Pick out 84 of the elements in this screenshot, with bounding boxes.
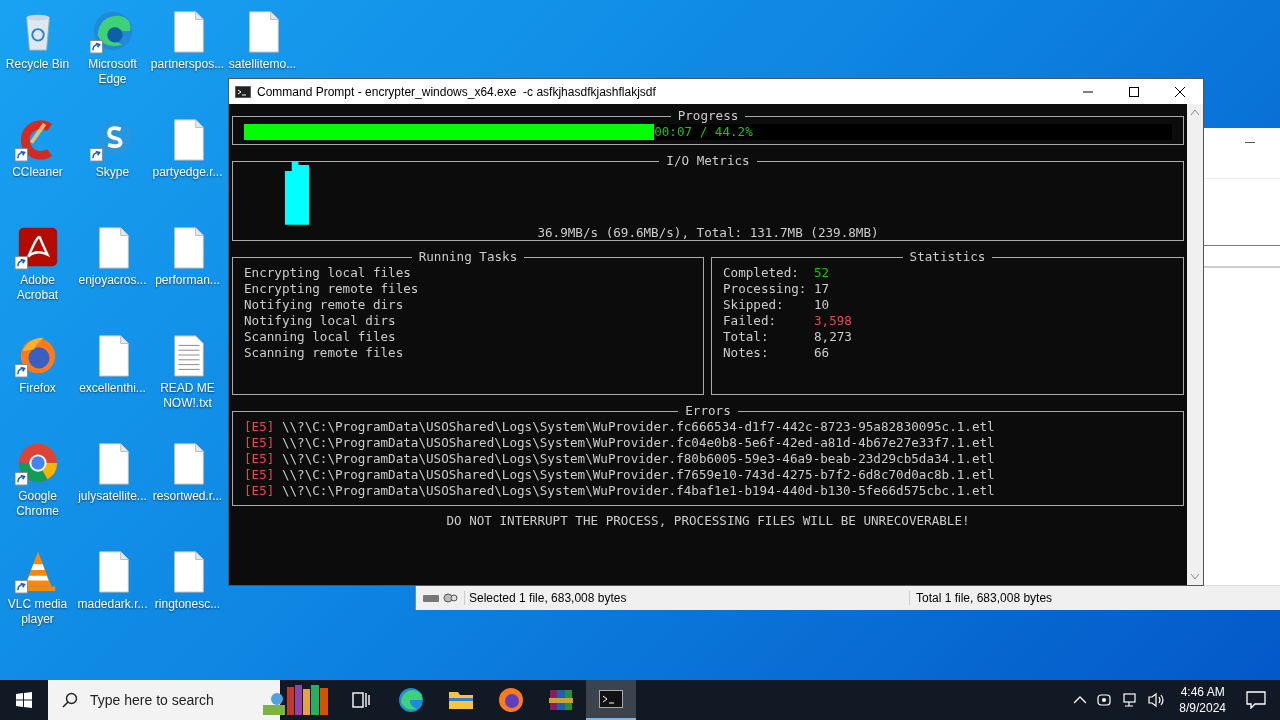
error-code: [E5] bbox=[244, 451, 275, 467]
panel-title: I/O Metrics bbox=[665, 153, 751, 169]
scroll-up-icon[interactable] bbox=[1191, 110, 1199, 115]
meeting-icon[interactable] bbox=[1096, 692, 1113, 708]
books-stack-icon bbox=[549, 688, 573, 712]
stat-value: 3,598 bbox=[814, 313, 852, 329]
console-taskbar-button[interactable] bbox=[586, 680, 636, 720]
panel-title: Statistics bbox=[908, 249, 987, 265]
search-icon bbox=[62, 692, 78, 708]
warning-message: DO NOT INTERRUPT THE PROCESS, PROCESSING FILES WILL BE UNRECOVERABLE! bbox=[445, 513, 971, 529]
close-icon bbox=[1175, 86, 1185, 97]
icon-label[interactable]: excellenthi... bbox=[75, 381, 150, 396]
panel-title: Progress bbox=[676, 108, 740, 124]
search-field[interactable]: Type here to search bbox=[88, 691, 272, 709]
icon-label[interactable]: CCleaner bbox=[0, 165, 75, 180]
icon-label[interactable]: VLC media player bbox=[0, 597, 75, 627]
chevron-icon[interactable] bbox=[1074, 696, 1087, 704]
stat-value: 8,273 bbox=[814, 329, 852, 345]
task-item: Encrypting remote files bbox=[244, 281, 420, 297]
task-item: Scanning remote files bbox=[244, 345, 405, 361]
notification-icon[interactable] bbox=[1246, 691, 1266, 709]
drive-icon bbox=[422, 592, 458, 604]
search-box[interactable]: Type here to search bbox=[48, 680, 280, 720]
io-summary: 36.9MB/s (69.6MB/s), Total: 131.7MB (239.8MB) bbox=[536, 225, 880, 241]
stat-label: Failed: bbox=[723, 313, 778, 329]
icon-label[interactable]: julysatellite... bbox=[75, 489, 150, 504]
error-code: [E5] bbox=[244, 435, 275, 451]
task-item: Notifying remote dirs bbox=[244, 297, 405, 313]
network-icon[interactable] bbox=[1122, 692, 1139, 708]
progress-reading: 00:07 / 44.2% bbox=[654, 124, 753, 140]
error-code: [E5] bbox=[244, 419, 275, 435]
speaker-icon[interactable] bbox=[1148, 692, 1167, 708]
stat-label: Completed: bbox=[723, 265, 800, 281]
error-code: [E5] bbox=[244, 467, 275, 483]
maximize-icon bbox=[1129, 86, 1139, 97]
console-icon bbox=[235, 85, 251, 98]
throughput-graph bbox=[285, 161, 310, 225]
start-icon[interactable] bbox=[16, 692, 32, 708]
task-view-icon bbox=[352, 691, 370, 709]
icon-label[interactable]: partnerspos... bbox=[150, 57, 225, 72]
error-path: \\?\C:\ProgramData\USOShared\Logs\System\WuProvider.f80b6005-59e3-46a9-beab-23d29cb5da34.1.etl bbox=[281, 451, 995, 467]
stat-value: 10 bbox=[814, 297, 830, 313]
task-item: Encrypting local files bbox=[244, 265, 412, 281]
scrollbar[interactable] bbox=[1187, 104, 1203, 585]
stat-value: 66 bbox=[814, 345, 830, 361]
stat-label: Skipped: bbox=[723, 297, 785, 313]
icon-label[interactable]: Microsoft Edge bbox=[75, 57, 150, 87]
stat-label: Notes: bbox=[723, 345, 770, 361]
stat-value: 52 bbox=[814, 265, 830, 281]
icon-label[interactable]: Adobe Acrobat bbox=[0, 273, 75, 303]
clock-time[interactable]: 4:46 AM bbox=[1180, 684, 1225, 700]
icon-label[interactable]: madedark.r... bbox=[75, 597, 150, 612]
status-text: Selected 1 file, 683,008 bytes bbox=[464, 591, 909, 605]
icon-label[interactable]: Google Chrome bbox=[0, 489, 75, 519]
task-item: Notifying local dirs bbox=[244, 313, 397, 329]
icon-label[interactable]: enjoyacros... bbox=[75, 273, 150, 288]
panel-title: Errors bbox=[684, 403, 732, 419]
stat-value: 17 bbox=[814, 281, 830, 297]
wave-logo-icon bbox=[398, 687, 424, 713]
console-icon bbox=[599, 690, 623, 708]
stat-label: Total: bbox=[723, 329, 770, 345]
status-text: Total 1 file, 683,008 bytes bbox=[909, 591, 1053, 605]
error-path: \\?\C:\ProgramData\USOShared\Logs\System\WuProvider.f7659e10-743d-4275-b7f2-6d8c70d0ac8b.1.etl bbox=[281, 467, 995, 483]
scroll-down-icon[interactable] bbox=[1191, 574, 1199, 579]
fox-logo-icon bbox=[498, 687, 524, 713]
error-path: \\?\C:\ProgramData\USOShared\Logs\System\WuProvider.fc666534-d1f7-442c-8723-95a82830095c.1.etl bbox=[281, 419, 995, 435]
folder-icon bbox=[449, 690, 473, 710]
error-path: \\?\C:\ProgramData\USOShared\Logs\System\WuProvider.f4baf1e1-b194-440d-b130-5fe66d575cbc.1.etl bbox=[281, 483, 995, 499]
stat-label: Processing: bbox=[723, 281, 808, 297]
icon-label[interactable]: Recycle Bin bbox=[0, 57, 75, 72]
error-path: \\?\C:\ProgramData\USOShared\Logs\System\WuProvider.fc04e0b8-5e6f-42ed-a81d-4b67e27e33f7.1.etl bbox=[281, 435, 995, 451]
icon-label[interactable]: resortwed.r... bbox=[150, 489, 225, 504]
icon-label[interactable]: Firefox bbox=[0, 381, 75, 396]
clock-date[interactable]: 8/9/2024 bbox=[1179, 700, 1226, 716]
window-title: Command Prompt - encrypter_windows_x64.exe -c asfkjhasdfkjashflakjsdf bbox=[257, 84, 657, 99]
icon-label[interactable]: satellitemo... bbox=[225, 57, 300, 72]
icon-label[interactable]: READ ME NOW!.txt bbox=[150, 381, 225, 411]
icon-label[interactable]: ringtonesc... bbox=[150, 597, 225, 612]
task-item: Scanning local files bbox=[244, 329, 397, 345]
icon-label[interactable]: performan... bbox=[150, 273, 225, 288]
panel-title: Running Tasks bbox=[417, 249, 519, 265]
error-code: [E5] bbox=[244, 483, 275, 499]
icon-label[interactable]: Skype bbox=[75, 165, 150, 180]
icon-label[interactable]: partyedge.r... bbox=[150, 165, 225, 180]
